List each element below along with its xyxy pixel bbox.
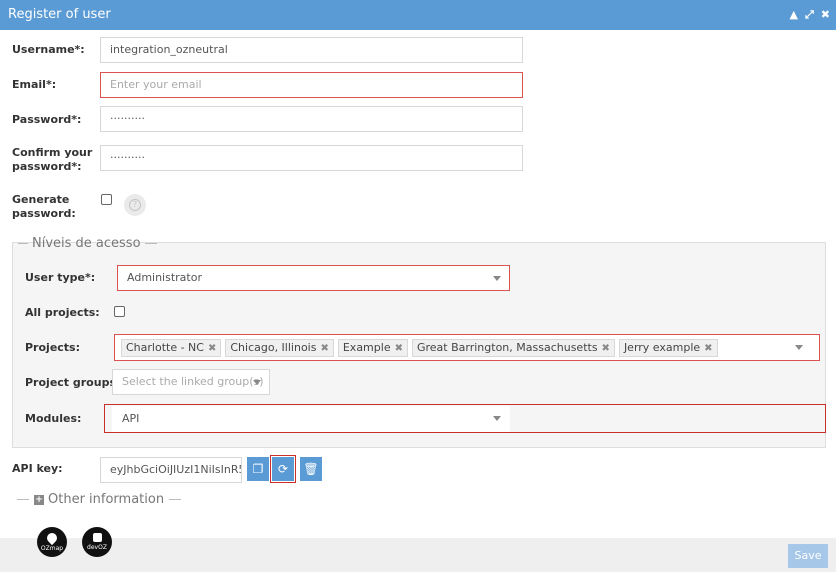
username-input[interactable]: integration_ozneutral [100,37,523,63]
confirm-password-label-line2: password*: [12,160,82,173]
generate-password-checkbox[interactable] [101,194,112,205]
project-groups-select[interactable]: Select the linked group(s) [112,369,270,395]
refresh-icon: ⟳ [277,462,289,476]
expand-icon[interactable]: ⤢ [805,8,814,22]
generate-password-label-line1: Generate [12,193,70,206]
save-button[interactable]: Save [788,544,828,568]
other-dash-right [169,499,182,500]
project-tag: Jerry example ✖ [618,339,718,357]
user-type-label: User type*: [25,271,96,284]
help-icon-glyph: ? [129,199,141,211]
other-information-toggle[interactable]: + Other information [12,492,186,507]
trash-icon: 🗑 [303,462,319,476]
generate-password-label: Generate password: [12,193,76,221]
window-titlebar: Register of user ▲ ⤢ ✖ [0,0,836,30]
project-tag-label: Charlotte - NC [126,341,204,354]
remove-tag-icon[interactable]: ✖ [320,343,328,354]
devoz-logo: devOZ [82,527,112,557]
devoz-mark-icon [92,533,102,542]
confirm-password-label: Confirm your password*: [12,146,92,174]
copy-icon: ❐ [252,462,264,476]
user-type-caret-icon [493,276,501,281]
project-tag-label: Jerry example [623,341,701,354]
project-tag-label: Example [342,341,391,354]
projects-caret-icon [795,345,803,350]
legend-dash-left [18,243,28,244]
username-label: Username*: [12,43,85,56]
modules-value: API [122,412,140,425]
delete-button[interactable]: 🗑 [300,457,322,481]
copy-button[interactable]: ❐ [247,457,269,481]
projects-multiselect[interactable]: Charlotte - NC ✖ Chicago, Illinois ✖ Example… [114,334,820,361]
remove-tag-icon[interactable]: ✖ [208,343,216,354]
project-groups-label: Project groups: [25,376,121,389]
help-icon[interactable]: ? [124,194,146,216]
modules-label: Modules: [25,412,82,425]
map-pin-icon [44,530,60,546]
remove-tag-icon[interactable]: ✖ [395,343,403,354]
devoz-logo-text: devOZ [87,544,107,551]
access-levels-legend: Níveis de acesso [14,236,161,251]
projects-label: Projects: [25,341,80,354]
project-tag: Chicago, Illinois ✖ [225,339,334,357]
user-type-value: Administrator [127,271,202,284]
collapse-icon[interactable]: ▲ [790,8,798,22]
plus-icon: + [34,494,44,505]
api-key-input[interactable]: eyJhbGciOiJIUzI1NiIsInR5c [100,457,242,483]
project-tag: Great Barrington, Massachusetts ✖ [411,339,615,357]
password-input[interactable]: ·········· [100,106,523,132]
window-controls: ▲ ⤢ ✖ [790,8,831,22]
generate-password-label-line2: password: [12,207,76,220]
modules-caret-icon [493,416,501,421]
user-type-select[interactable]: Administrator [117,265,510,291]
all-projects-checkbox[interactable] [114,306,125,317]
legend-dash-right [144,243,157,244]
project-tag-label: Chicago, Illinois [230,341,317,354]
project-groups-placeholder: Select the linked group(s) [122,375,264,388]
all-projects-label: All projects: [25,306,100,319]
project-tag: Charlotte - NC ✖ [121,339,222,357]
password-label: Password*: [12,113,82,126]
email-input[interactable]: Enter your email [100,72,523,98]
other-information-label: Other information [48,492,165,507]
email-label: Email*: [12,78,57,91]
window-title: Register of user [8,7,111,22]
footer-bar: Save [0,538,836,572]
access-levels-title: Níveis de acesso [32,236,141,251]
remove-tag-icon[interactable]: ✖ [602,343,610,354]
project-tag: Example ✖ [337,339,408,357]
remove-tag-icon[interactable]: ✖ [704,343,712,354]
api-key-label: API key: [12,462,63,475]
project-groups-caret-icon [253,380,261,385]
email-placeholder: Enter your email [110,78,202,91]
refresh-button[interactable]: ⟳ [270,455,296,483]
modules-select[interactable]: API [112,406,510,432]
project-tag-label: Great Barrington, Massachusetts [416,341,598,354]
confirm-password-input[interactable]: ·········· [100,145,523,171]
ozmap-logo-text: OZmap [40,545,64,552]
close-icon[interactable]: ✖ [821,8,830,22]
confirm-password-label-line1: Confirm your [12,146,93,159]
ozmap-logo: OZmap [37,527,67,557]
other-dash-left [17,499,29,500]
